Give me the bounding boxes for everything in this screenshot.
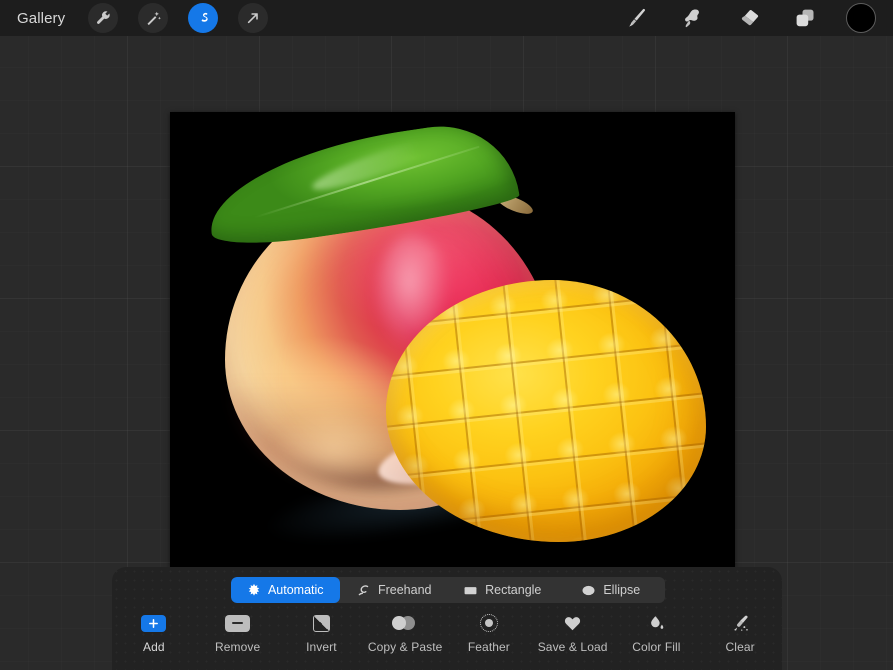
selection-action-copy-paste-label: Copy & Paste xyxy=(368,640,443,654)
arrow-move-icon xyxy=(245,10,261,26)
starburst-icon xyxy=(247,583,261,597)
transform-tool[interactable] xyxy=(238,3,268,33)
selection-action-save-load[interactable]: Save & Load xyxy=(531,611,615,654)
selection-mode-rectangle[interactable]: Rectangle xyxy=(448,577,557,603)
selection-mode-ellipse-label: Ellipse xyxy=(603,583,640,597)
adjustments-tool[interactable] xyxy=(138,3,168,33)
smudge-tool[interactable] xyxy=(678,3,708,33)
gallery-button[interactable]: Gallery xyxy=(14,8,68,29)
leaf-gloss xyxy=(309,127,457,197)
selection-tool[interactable] xyxy=(188,3,218,33)
selection-action-add-label: Add xyxy=(143,640,165,654)
selection-mode-freehand-label: Freehand xyxy=(378,583,432,597)
drawing-canvas[interactable] xyxy=(170,112,735,567)
selection-action-save-load-label: Save & Load xyxy=(538,640,608,654)
selection-s-icon xyxy=(195,10,212,27)
selection-action-color-fill[interactable]: Color Fill xyxy=(615,611,699,654)
selection-mode-freehand[interactable]: Freehand xyxy=(340,577,449,603)
selection-mode-ellipse[interactable]: Ellipse xyxy=(557,577,666,603)
cut-mango-half xyxy=(386,280,706,542)
freehand-curve-icon xyxy=(356,583,371,598)
layers-icon xyxy=(793,6,817,30)
selection-action-clear-label: Clear xyxy=(726,640,755,654)
invert-square-icon xyxy=(313,613,330,633)
selection-action-remove[interactable]: Remove xyxy=(196,611,280,654)
selection-action-color-fill-label: Color Fill xyxy=(632,640,680,654)
color-fill-drop-icon xyxy=(647,613,666,633)
mango-artwork xyxy=(170,112,735,567)
plus-box-icon xyxy=(141,613,166,633)
selection-action-copy-paste[interactable]: Copy & Paste xyxy=(363,611,447,654)
rectangle-icon xyxy=(463,583,478,598)
paint-tool[interactable] xyxy=(622,3,652,33)
eraser-icon xyxy=(737,6,761,30)
actions-wrench-tool[interactable] xyxy=(88,3,118,33)
selection-mode-automatic[interactable]: Automatic xyxy=(231,577,340,603)
selection-action-add[interactable]: Add xyxy=(112,611,196,654)
selection-mode-segmented-control[interactable]: Automatic Freehand Rectangle xyxy=(231,577,665,603)
top-toolbar-left-group: Gallery xyxy=(0,3,268,33)
minus-box-icon xyxy=(225,613,250,633)
feather-dotted-circle-icon xyxy=(480,613,498,633)
selection-action-invert[interactable]: Invert xyxy=(280,611,364,654)
clear-brush-icon xyxy=(730,613,751,633)
selection-action-invert-label: Invert xyxy=(306,640,337,654)
whole-mango-warm-highlight xyxy=(274,412,394,484)
heart-icon xyxy=(563,613,582,633)
top-toolbar-right-group xyxy=(622,3,893,33)
selection-mode-automatic-label: Automatic xyxy=(268,583,324,597)
layers-tool[interactable] xyxy=(790,3,820,33)
wrench-icon xyxy=(95,10,112,27)
selection-action-clear[interactable]: Clear xyxy=(698,611,782,654)
erase-tool[interactable] xyxy=(734,3,764,33)
selection-action-feather-label: Feather xyxy=(468,640,510,654)
copy-paste-circles-icon xyxy=(392,613,418,633)
selection-options-panel: Automatic Freehand Rectangle xyxy=(112,567,782,670)
selection-action-feather[interactable]: Feather xyxy=(447,611,531,654)
paintbrush-icon xyxy=(625,6,649,30)
selection-actions-row: Add Remove Invert Copy & Paste xyxy=(112,611,782,665)
color-swatch[interactable] xyxy=(846,3,876,33)
selection-action-remove-label: Remove xyxy=(215,640,260,654)
smudge-icon xyxy=(681,6,705,30)
ellipse-icon xyxy=(581,583,596,598)
selection-mode-rectangle-label: Rectangle xyxy=(485,583,541,597)
magic-wand-icon xyxy=(145,10,162,27)
procreate-app-window: Gallery xyxy=(0,0,893,670)
top-toolbar: Gallery xyxy=(0,0,893,36)
